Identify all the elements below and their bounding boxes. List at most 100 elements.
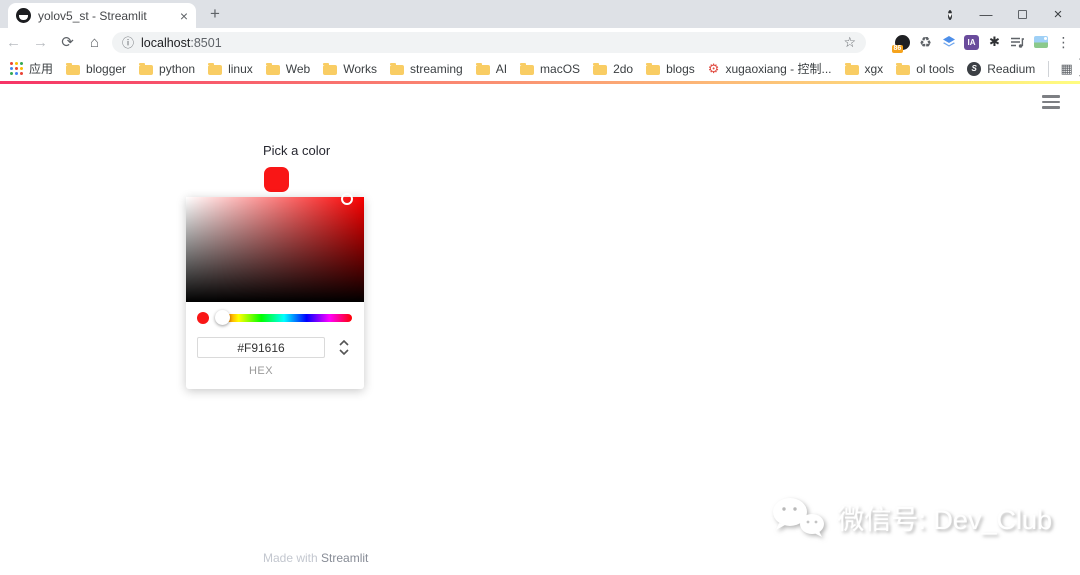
browser-toolbar: ← → ⟳ ⌂ ⓘ localhost :8501 ☆ 86 ♻ IA ✱ ⋮ (0, 28, 1080, 56)
close-window-button[interactable]: × (1040, 6, 1076, 23)
minimize-button[interactable]: — (968, 7, 1004, 22)
forward-button[interactable]: → (27, 34, 54, 51)
bookmark-item[interactable]: Works (323, 62, 377, 76)
saturation-area[interactable] (186, 193, 364, 302)
home-button[interactable]: ⌂ (81, 34, 108, 51)
bookmark-label: ol tools (916, 61, 955, 76)
bookmark-star-icon[interactable]: ☆ (843, 34, 856, 51)
footer-prefix: Made with (263, 551, 322, 565)
bookmark-item[interactable]: streaming (390, 62, 463, 76)
new-tab-button[interactable]: + (205, 4, 225, 24)
chevron-down-icon: ▾ (947, 9, 953, 20)
bookmark-label: 2do (613, 61, 634, 76)
bookmark-item[interactable]: S Readium (967, 61, 1036, 76)
hue-slider-handle[interactable] (215, 310, 230, 325)
watermark-text: 微信号: Dev_Club (837, 504, 1052, 535)
url-host: localhost (141, 35, 191, 50)
folder-icon (520, 62, 535, 75)
tab-search-button[interactable]: ▾ (932, 6, 968, 23)
streamlit-footer: Made with Streamlit (263, 551, 368, 565)
folder-icon (323, 62, 338, 75)
streamlit-menu-button[interactable] (1042, 95, 1060, 112)
bookmark-label: macOS (540, 61, 581, 76)
wechat-icon (773, 498, 825, 537)
url-port: :8501 (190, 35, 222, 50)
globe-icon: S (967, 61, 982, 76)
folder-icon (66, 62, 81, 75)
maximize-icon (1017, 9, 1027, 19)
browser-tab[interactable]: yolov5_st - Streamlit × (8, 3, 196, 28)
screenshot-extension-icon[interactable] (1029, 28, 1052, 56)
bookmark-item[interactable]: ⚙ xugaoxiang - 控制... (708, 60, 832, 77)
bookmark-label: linux (228, 61, 253, 76)
folder-icon (593, 62, 608, 75)
ia-extension-icon[interactable]: IA (960, 28, 983, 56)
folder-icon (139, 62, 154, 75)
bookmark-item[interactable]: blogger (66, 62, 126, 76)
folder-icon (475, 62, 490, 75)
maximize-button[interactable] (1004, 7, 1040, 22)
saturation-pointer[interactable] (341, 193, 353, 205)
folder-icon (646, 62, 661, 75)
bookmark-label: xugaoxiang - 控制... (725, 62, 832, 76)
apps-shortcut[interactable]: 应用 (10, 60, 53, 77)
adblock-extension-icon[interactable]: 86 (891, 28, 914, 56)
reload-button[interactable]: ⟳ (54, 33, 81, 51)
bookmark-item[interactable]: linux (208, 62, 253, 76)
streamlit-link[interactable]: Streamlit (321, 551, 368, 565)
bookmarks-bar: 应用 blogger python linux Web Works stream… (0, 37, 1080, 102)
bookmark-item[interactable]: macOS (520, 62, 580, 76)
bookmark-item[interactable]: 2do (593, 62, 633, 76)
bookmark-label: Works (343, 61, 378, 76)
folder-icon (265, 62, 280, 75)
chevron-down-icon (339, 349, 349, 355)
gear-icon: ⚙ (707, 61, 720, 76)
color-swatch[interactable] (264, 167, 289, 192)
hex-input[interactable] (197, 337, 325, 358)
color-picker-popup: HEX (186, 193, 364, 389)
reading-list-icon: ▦ (1060, 60, 1073, 76)
apps-label: 应用 (29, 62, 54, 76)
bookmark-item[interactable]: xgx (844, 61, 884, 76)
back-button[interactable]: ← (0, 34, 27, 51)
streamlit-favicon (16, 8, 31, 23)
chevron-up-icon (339, 340, 349, 346)
color-preview-dot (197, 312, 209, 324)
format-toggle-button[interactable] (339, 340, 349, 355)
address-bar[interactable]: ⓘ localhost :8501 ☆ (112, 32, 866, 53)
bookmark-item[interactable]: python (139, 62, 195, 76)
bookmark-label: streaming (410, 61, 463, 76)
bookmark-item[interactable]: AI (475, 61, 508, 76)
extensions-row: 86 ♻ IA ✱ ⋮ (891, 28, 1075, 56)
bookmark-label: Readium (987, 61, 1036, 76)
browser-menu-button[interactable]: ⋮ (1052, 28, 1075, 56)
bookmark-item[interactable]: Web (265, 61, 311, 76)
star-extension-icon[interactable]: ✱ (983, 28, 1006, 56)
color-picker-label: Pick a color (263, 143, 331, 158)
format-label: HEX (248, 365, 274, 377)
bookmark-label: xgx (864, 61, 884, 76)
tab-close-icon[interactable]: × (180, 9, 188, 23)
streamlit-decoration-bar (0, 81, 1080, 84)
bookmark-label: Web (285, 61, 311, 76)
window-controls: ▾ — × (932, 0, 1076, 28)
hue-slider[interactable] (215, 310, 352, 325)
color-picker-controls: HEX (186, 302, 364, 389)
site-info-icon[interactable]: ⓘ (122, 34, 134, 51)
recycle-extension-icon[interactable]: ♻ (914, 28, 937, 56)
bookmark-label: blogs (666, 61, 695, 76)
bookmark-item[interactable]: ol tools (896, 62, 954, 76)
folder-icon (896, 62, 911, 75)
playlist-extension-icon[interactable] (1006, 28, 1029, 56)
bookmark-label: AI (495, 61, 508, 76)
apps-grid-icon (10, 62, 23, 75)
folder-icon (844, 62, 859, 75)
browser-tabstrip: yolov5_st - Streamlit × + ▾ — × (0, 0, 1080, 28)
folder-icon (208, 62, 223, 75)
folder-icon (390, 62, 405, 75)
tab-title: yolov5_st - Streamlit (38, 8, 147, 23)
watermark: 微信号: Dev_Club (769, 495, 1052, 539)
bookmark-label: python (159, 61, 196, 76)
bookmark-item[interactable]: blogs (646, 62, 695, 76)
layers-extension-icon[interactable] (937, 28, 960, 56)
